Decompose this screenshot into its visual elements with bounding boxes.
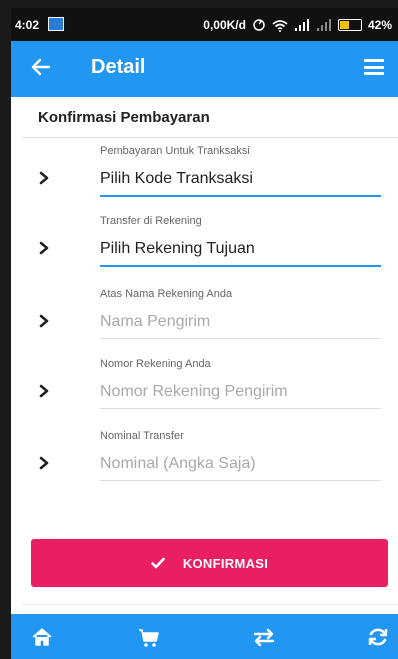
- sender-name-input[interactable]: Nama Pengirim: [100, 313, 210, 331]
- refresh-icon[interactable]: [367, 626, 389, 648]
- transaction-code-select[interactable]: Pilih Kode Tranksaksi: [100, 170, 253, 188]
- wifi-icon: [272, 19, 288, 32]
- bottom-nav: [11, 614, 398, 659]
- status-indicators: 0,00K/d 42%: [203, 18, 392, 32]
- sync-status-icon: [253, 19, 265, 31]
- field-underline: [100, 338, 381, 339]
- confirm-button[interactable]: KONFIRMASI: [31, 539, 388, 587]
- app-bar: Detail: [11, 41, 398, 97]
- field-row-sender-name[interactable]: Atas Nama Rekening Anda Nama Pengirim: [11, 288, 398, 354]
- page-title: Detail: [91, 56, 146, 78]
- field-row-transaction[interactable]: Pembayaran Untuk Tranksaksi Pilih Kode T…: [11, 145, 398, 211]
- network-speed: 0,00K/d: [203, 18, 246, 32]
- field-underline: [100, 195, 381, 197]
- field-underline: [100, 408, 381, 409]
- battery-icon: [337, 19, 362, 31]
- signal-icon: [294, 19, 309, 31]
- field-label: Nominal Transfer: [100, 430, 184, 442]
- bottom-divider: [22, 604, 398, 605]
- section-divider: [22, 137, 398, 138]
- sender-account-input[interactable]: Nomor Rekening Pengirim: [100, 383, 288, 401]
- chevron-right-icon: [39, 456, 49, 470]
- chevron-right-icon: [39, 314, 49, 328]
- destination-account-select[interactable]: Pilih Rekening Tujuan: [100, 240, 255, 258]
- status-bar: 4:02 0,00K/d 42%: [11, 8, 398, 41]
- chevron-right-icon: [39, 384, 49, 398]
- transfer-icon[interactable]: [253, 626, 275, 648]
- chevron-right-icon: [39, 171, 49, 185]
- home-icon[interactable]: [31, 626, 53, 648]
- confirm-button-label: KONFIRMASI: [182, 555, 269, 571]
- cart-icon[interactable]: [138, 626, 160, 648]
- transfer-amount-input[interactable]: Nominal (Angka Saja): [100, 455, 256, 473]
- app-screen: 4:02 0,00K/d 42% Detail Konfirmasi Pemba…: [11, 8, 398, 659]
- check-icon: [151, 557, 165, 569]
- field-label: Atas Nama Rekening Anda: [100, 288, 233, 300]
- signal-secondary-icon: [316, 19, 331, 31]
- field-row-destination-account[interactable]: Transfer di Rekening Pilih Rekening Tuju…: [11, 215, 398, 281]
- section-title: Konfirmasi Pembayaran: [38, 109, 210, 126]
- chevron-right-icon: [39, 241, 49, 255]
- field-label: Pembayaran Untuk Tranksaksi: [100, 145, 250, 157]
- hamburger-menu-icon[interactable]: [364, 59, 384, 75]
- status-time: 4:02: [15, 18, 40, 32]
- battery-percent: 42%: [367, 18, 392, 32]
- field-label: Transfer di Rekening: [100, 215, 202, 227]
- field-underline: [100, 480, 381, 481]
- field-row-sender-account[interactable]: Nomor Rekening Anda Nomor Rekening Pengi…: [11, 358, 398, 424]
- field-underline: [100, 265, 381, 267]
- device-frame: 4:02 0,00K/d 42% Detail Konfirmasi Pemba…: [0, 0, 398, 659]
- notification-image-icon: [48, 17, 64, 31]
- field-label: Nomor Rekening Anda: [100, 358, 211, 370]
- field-row-transfer-amount[interactable]: Nominal Transfer Nominal (Angka Saja): [11, 430, 398, 496]
- arrow-left-icon[interactable]: [29, 55, 53, 79]
